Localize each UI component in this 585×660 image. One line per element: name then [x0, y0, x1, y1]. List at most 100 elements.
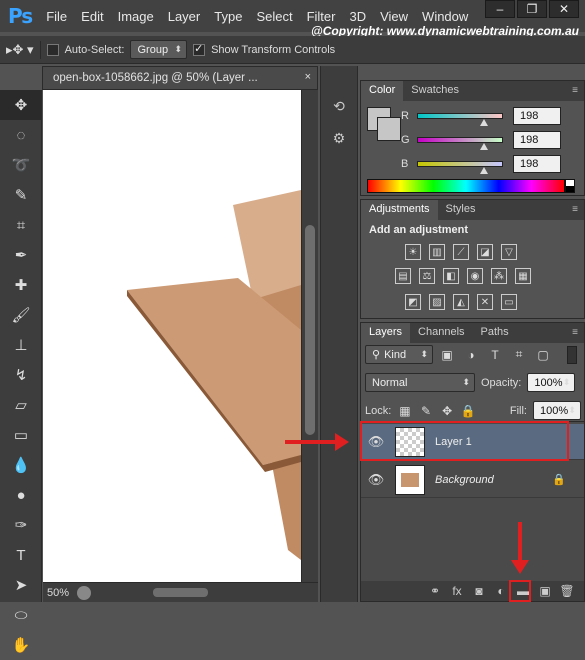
hand-tool-icon[interactable]: ✋ — [0, 630, 42, 660]
menu-layer[interactable]: Layer — [168, 9, 201, 24]
filter-toggle[interactable] — [567, 345, 577, 364]
new-adjustment-layer-icon[interactable]: ◐ — [492, 584, 510, 598]
tab-paths[interactable]: Paths — [473, 323, 517, 343]
type-tool-icon[interactable]: T — [0, 540, 42, 570]
tab-layers[interactable]: Layers — [361, 323, 411, 343]
menu-view[interactable]: View — [380, 9, 408, 24]
brightness-contrast-icon[interactable]: ☀ — [405, 244, 421, 260]
blur-tool-icon[interactable]: 💧 — [0, 450, 42, 480]
vertical-scroll-thumb[interactable] — [305, 225, 315, 435]
green-value-field[interactable]: 198 — [513, 131, 561, 149]
show-transform-checkbox[interactable] — [193, 42, 206, 56]
move-tool-icon[interactable]: ✥ — [0, 90, 42, 120]
visibility-eye-icon[interactable]: 👁 — [361, 472, 391, 488]
color-spectrum[interactable] — [367, 179, 565, 193]
path-selection-tool-icon[interactable]: ➤ — [0, 570, 42, 600]
red-slider[interactable] — [417, 113, 503, 126]
tab-styles[interactable]: Styles — [438, 200, 484, 220]
fill-field[interactable]: 100% — [532, 401, 581, 420]
filter-pixel-icon[interactable]: ▣ — [437, 346, 457, 364]
channel-mixer-icon[interactable]: ⁂ — [491, 268, 507, 284]
red-value-field[interactable]: 198 — [513, 107, 561, 125]
panel-menu-icon[interactable]: ≡ — [572, 85, 578, 96]
lock-all-icon[interactable]: 🔒 — [461, 402, 476, 420]
filter-shape-icon[interactable]: ⌗ — [509, 346, 529, 364]
posterize-icon[interactable]: ▨ — [429, 294, 445, 310]
new-layer-icon[interactable]: ▣ — [536, 584, 554, 598]
tab-adjustments[interactable]: Adjustments — [361, 200, 438, 220]
add-mask-icon[interactable]: ◙ — [470, 584, 488, 598]
filter-adjustment-icon[interactable]: ◑ — [461, 346, 481, 364]
delete-layer-icon[interactable]: 🗑 — [558, 584, 576, 598]
link-layers-icon[interactable]: ⚭ — [426, 584, 444, 598]
lock-transparent-icon[interactable]: ▦ — [397, 402, 412, 420]
filter-kind-dropdown[interactable]: ⚲ Kind — [365, 345, 433, 364]
status-info-icon[interactable] — [77, 585, 92, 600]
auto-select-checkbox[interactable] — [46, 43, 59, 56]
menu-edit[interactable]: Edit — [81, 9, 103, 24]
lock-position-icon[interactable]: ✥ — [440, 402, 455, 420]
invert-icon[interactable]: ◩ — [405, 294, 421, 310]
horizontal-scroll-thumb[interactable] — [153, 588, 208, 597]
document-tab[interactable]: open-box-1058662.jpg @ 50% (Layer ... × — [42, 66, 318, 90]
selective-color-icon[interactable]: ✕ — [477, 294, 493, 310]
background-color-swatch[interactable] — [377, 117, 401, 141]
layer-name[interactable]: Background — [435, 474, 494, 486]
blue-value-field[interactable]: 198 — [513, 155, 561, 173]
menu-image[interactable]: Image — [118, 9, 154, 24]
minimize-button[interactable]: – — [485, 0, 515, 18]
lasso-tool-icon[interactable]: ➰ — [0, 150, 42, 180]
color-balance-icon[interactable]: ⚖ — [419, 268, 435, 284]
move-tool-preset-icon[interactable]: ▸✥ ▾ — [6, 42, 34, 58]
photo-filter-icon[interactable]: ◉ — [467, 268, 483, 284]
gradient-tool-icon[interactable]: ▭ — [0, 420, 42, 450]
zoom-level[interactable]: 50% — [47, 587, 69, 599]
vibrance-icon[interactable]: ▽ — [501, 244, 517, 260]
menu-type[interactable]: Type — [214, 9, 242, 24]
curves-icon[interactable]: ⟋ — [453, 244, 469, 260]
eraser-tool-icon[interactable]: ▱ — [0, 390, 42, 420]
marquee-tool-icon[interactable]: ◌ — [0, 120, 42, 150]
blend-mode-dropdown[interactable]: Normal — [365, 373, 475, 392]
shape-tool-icon[interactable]: ⬭ — [0, 600, 42, 630]
eyedropper-tool-icon[interactable]: ✒ — [0, 240, 42, 270]
layer-style-fx-icon[interactable]: fx — [448, 584, 466, 598]
properties-panel-icon[interactable]: ⚙ — [321, 122, 357, 154]
tab-swatches[interactable]: Swatches — [403, 81, 467, 101]
filter-smart-object-icon[interactable]: ▢ — [533, 346, 553, 364]
menu-file[interactable]: File — [46, 9, 67, 24]
color-lookup-icon[interactable]: ▦ — [515, 268, 531, 284]
lock-image-icon[interactable]: ✎ — [418, 402, 433, 420]
exposure-icon[interactable]: ◪ — [477, 244, 493, 260]
green-slider[interactable] — [417, 137, 503, 150]
dodge-tool-icon[interactable]: ● — [0, 480, 42, 510]
levels-icon[interactable]: ▥ — [429, 244, 445, 260]
close-document-icon[interactable]: × — [305, 71, 311, 83]
blue-slider[interactable] — [417, 161, 503, 174]
document-canvas[interactable] — [43, 90, 301, 582]
quick-select-tool-icon[interactable]: ✎ — [0, 180, 42, 210]
auto-select-dropdown[interactable]: Group — [130, 40, 188, 59]
pen-tool-icon[interactable]: ✑ — [0, 510, 42, 540]
layer-row-background[interactable]: 👁 Background 🔒 — [361, 462, 584, 498]
menu-window[interactable]: Window — [422, 9, 468, 24]
clone-stamp-tool-icon[interactable]: ⊥ — [0, 330, 42, 360]
restore-button[interactable]: ❐ — [517, 0, 547, 18]
history-panel-icon[interactable]: ⟲ — [321, 90, 357, 122]
menu-filter[interactable]: Filter — [307, 9, 336, 24]
panel-menu-icon[interactable]: ≡ — [572, 204, 578, 215]
panel-menu-icon[interactable]: ≡ — [572, 327, 578, 338]
threshold-icon[interactable]: ◭ — [453, 294, 469, 310]
vertical-scrollbar[interactable] — [301, 90, 318, 582]
hue-saturation-icon[interactable]: ▤ — [395, 268, 411, 284]
opacity-field[interactable]: 100% — [527, 373, 576, 392]
gradient-map-icon[interactable]: ▭ — [501, 294, 517, 310]
crop-tool-icon[interactable]: ⌗ — [0, 210, 42, 240]
tab-channels[interactable]: Channels — [410, 323, 472, 343]
close-window-button[interactable]: ✕ — [549, 0, 579, 18]
menu-select[interactable]: Select — [256, 9, 292, 24]
black-white-icon[interactable]: ◧ — [443, 268, 459, 284]
history-brush-tool-icon[interactable]: ↯ — [0, 360, 42, 390]
healing-brush-tool-icon[interactable]: ✚ — [0, 270, 42, 300]
tab-color[interactable]: Color — [361, 81, 404, 101]
